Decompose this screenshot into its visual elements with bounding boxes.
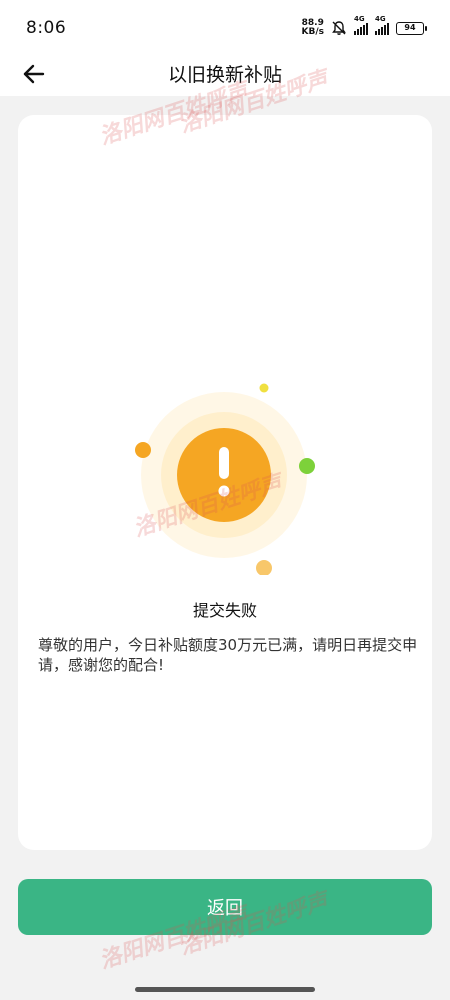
battery-icon: 94	[396, 21, 427, 35]
signal-strength-icon: 4G	[354, 15, 368, 35]
signal-strength-icon: 4G	[375, 15, 389, 35]
status-time: 8:06	[26, 18, 67, 38]
result-title: 提交失败	[192, 601, 257, 620]
nav-header: 以旧换新补贴	[0, 56, 450, 96]
signal-network-type: 4G	[354, 15, 365, 23]
status-icons: 88.9 KB/s 4G 4G 94	[302, 15, 427, 37]
page-title: 以旧换新补贴	[167, 64, 282, 86]
network-speed-unit: KB/s	[301, 27, 324, 37]
warning-illustration	[135, 383, 315, 575]
signal-network-type: 4G	[375, 15, 386, 23]
home-indicator[interactable]	[135, 987, 315, 992]
return-button[interactable]: 返回	[18, 879, 432, 935]
status-bar: 8:06 88.9 KB/s 4G 4G 94	[0, 0, 450, 56]
network-speed: 88.9 KB/s	[302, 19, 324, 37]
exclamation-icon	[218, 447, 230, 497]
bell-muted-icon	[332, 21, 346, 35]
result-card: 提交失败 尊敬的用户，今日补贴额度30万元已满，请明日再提交申请，感谢您的配合!	[18, 115, 432, 850]
screen: 8:06 88.9 KB/s 4G 4G 94 以旧换新补贴 提交失败 尊敬的用…	[0, 0, 450, 1000]
result-message: 尊敬的用户，今日补贴额度30万元已满，请明日再提交申请，感谢您的配合!	[38, 636, 418, 674]
